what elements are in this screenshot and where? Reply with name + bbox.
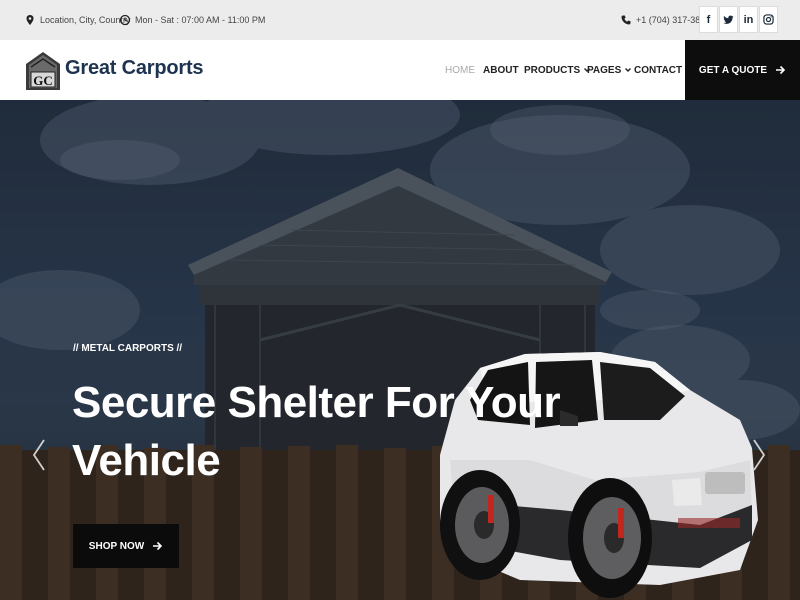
quote-label: GET A QUOTE [698,64,768,76]
nav-home-label: HOME [445,64,475,76]
logo-icon[interactable]: GC [25,50,61,90]
nav-pages[interactable]: PAGES [587,40,632,100]
get-a-quote-button[interactable]: GET A QUOTE [685,40,800,100]
hours-text: Mon - Sat : 07:00 AM - 11:00 PM [135,15,266,25]
nav-contact[interactable]: CONTACT [634,40,682,100]
hours-info: Mon - Sat : 07:00 AM - 11:00 PM [119,0,265,40]
slider-prev-icon[interactable] [32,438,46,472]
twitter-icon[interactable] [719,6,738,33]
logo-text: GC [33,73,53,88]
shop-now-button[interactable]: SHOP NOW [73,524,179,568]
phone-info[interactable]: +1 (704) 317-3890 [620,0,710,40]
shop-now-label: SHOP NOW [88,540,145,552]
instagram-icon[interactable] [759,6,778,33]
nav-about-label: ABOUT [483,64,519,76]
nav-home[interactable]: HOME [445,40,475,100]
hero-eyebrow: // METAL CARPORTS // [73,343,183,354]
nav-contact-label: CONTACT [634,64,683,76]
location-text: Location, City, Country [40,15,131,25]
nav-products-label: PRODUCTS [524,64,581,76]
phone-icon [621,15,631,25]
arrow-right-icon [153,541,163,551]
social-links: f in [699,6,778,33]
nav-about[interactable]: ABOUT [483,40,519,100]
hero-headline-line1: Secure Shelter For Your [72,378,561,427]
chevron-down-icon [625,68,632,72]
top-bar: Location, City, Country Mon - Sat : 07:0… [0,0,800,40]
slider-next-icon[interactable] [752,438,766,472]
nav-products[interactable]: PRODUCTS [524,40,591,100]
facebook-icon[interactable]: f [699,6,718,33]
location-pin-icon [26,15,34,25]
hero-headline-line2: Vehicle [72,436,221,485]
brand-name[interactable]: Great Carports [65,57,204,80]
nav-pages-label: PAGES [587,64,622,76]
arrow-right-icon [776,65,786,75]
clock-icon [119,14,131,26]
hero-slider: // METAL CARPORTS // Secure Shelter For … [0,100,800,600]
hero-headline: Secure Shelter For Your Vehicle [72,374,561,490]
location-info: Location, City, Country [24,0,130,40]
main-header: GC Great Carports HOME ABOUT PRODUCTS PA… [0,40,800,100]
linkedin-icon[interactable]: in [739,6,758,33]
